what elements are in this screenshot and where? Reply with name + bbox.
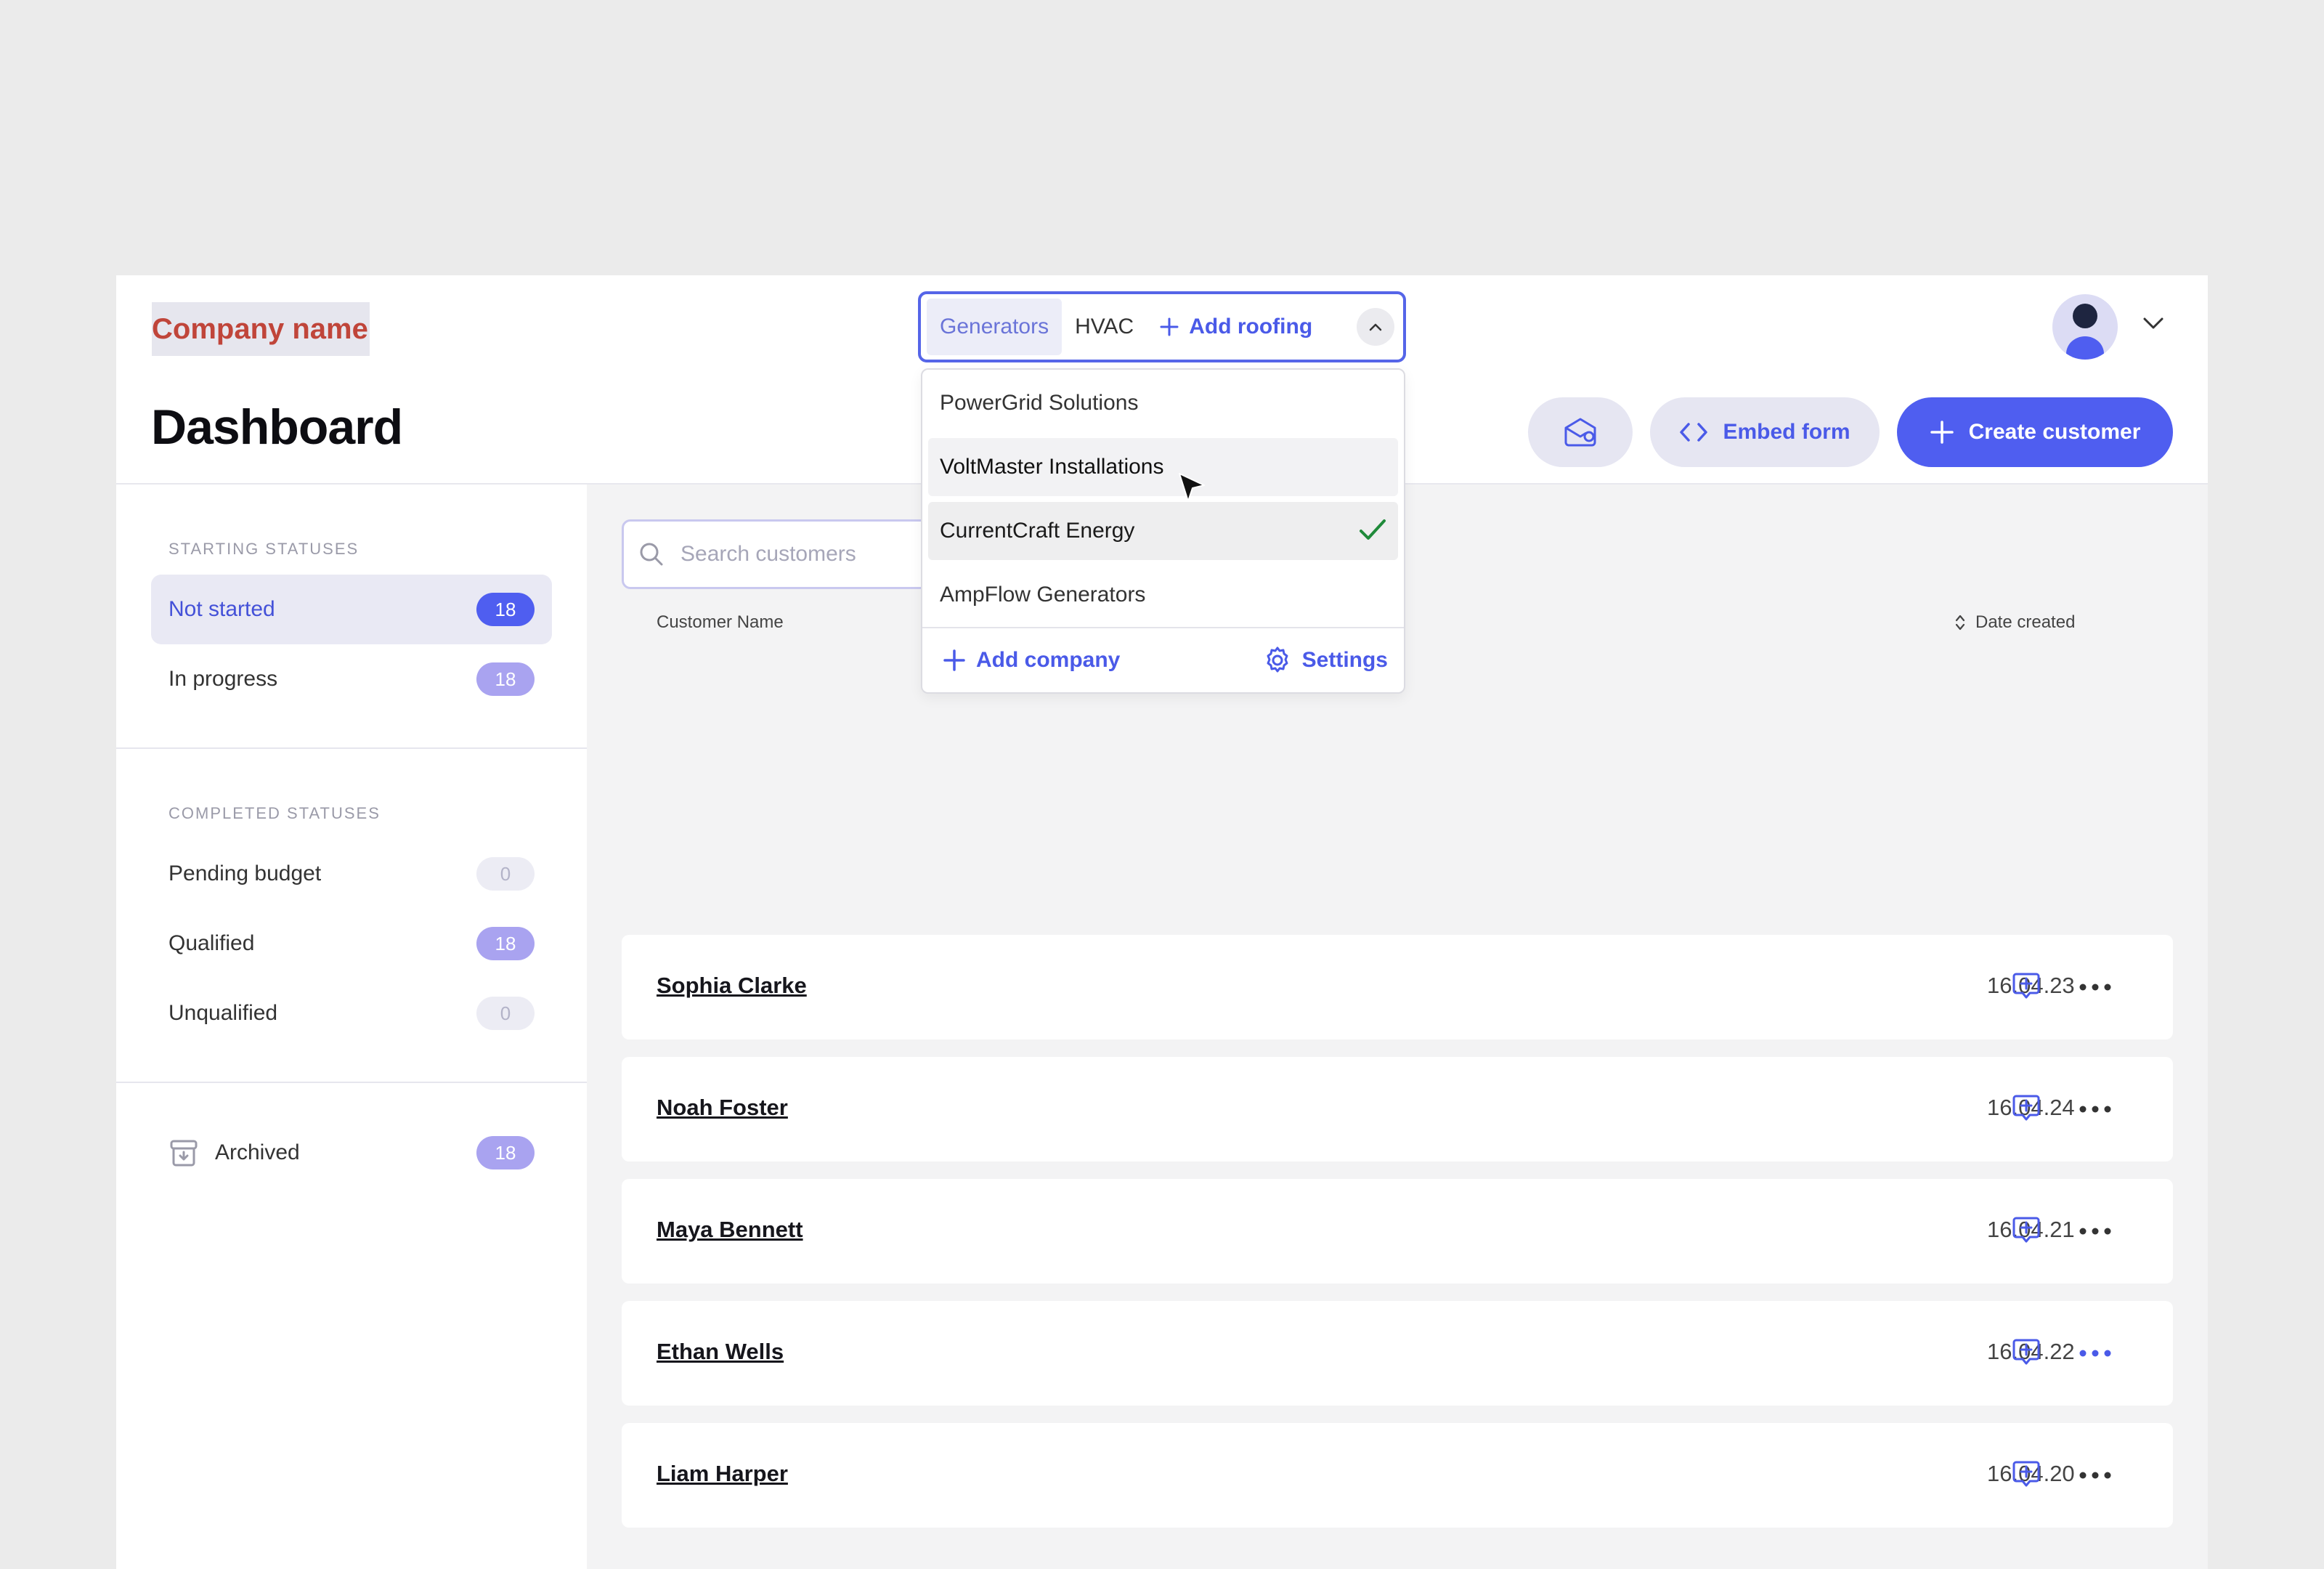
mail-settings-button[interactable] xyxy=(1528,397,1633,467)
customer-name-link[interactable]: Ethan Wells xyxy=(657,1339,784,1365)
category-switcher[interactable]: Generators HVAC Add roofing xyxy=(918,291,1406,362)
dropdown-item[interactable]: AmpFlow Generators xyxy=(928,566,1398,624)
add-company-button[interactable]: Add company xyxy=(943,648,1120,673)
sidebar-item-not-started[interactable]: Not started 18 xyxy=(151,575,552,644)
sidebar-divider xyxy=(116,1082,587,1083)
column-header-name[interactable]: Customer Name xyxy=(657,612,784,633)
page-title: Dashboard xyxy=(151,400,403,455)
count-badge: 0 xyxy=(476,857,535,891)
add-comment-icon[interactable] xyxy=(2010,1214,2042,1246)
company-dropdown: PowerGrid Solutions VoltMaster Installat… xyxy=(921,368,1405,694)
customer-name-link[interactable]: Sophia Clarke xyxy=(657,973,807,999)
company-name: Company name xyxy=(152,302,370,356)
app-window: Company name Dashboard Generators HVAC A… xyxy=(116,275,2208,1569)
count-badge: 18 xyxy=(476,1136,535,1169)
sidebar-item-label: Pending budget xyxy=(168,861,322,885)
mouse-cursor-icon xyxy=(1179,473,1205,502)
search-input[interactable]: Search customers xyxy=(622,519,956,589)
avatar[interactable] xyxy=(2052,294,2118,360)
plus-icon xyxy=(1160,317,1179,336)
sidebar-item-archived[interactable]: Archived 18 xyxy=(151,1118,552,1188)
add-category-button[interactable]: Add roofing xyxy=(1160,315,1312,339)
starting-statuses-heading: STARTING STATUSES xyxy=(168,540,359,558)
sidebar-divider xyxy=(116,747,587,749)
sidebar-item-label: Archived xyxy=(215,1140,300,1164)
table-row[interactable]: Noah Foster 16.04.24 xyxy=(622,1057,2173,1161)
dropdown-item[interactable]: VoltMaster Installations xyxy=(928,438,1398,496)
customer-name-link[interactable]: Maya Bennett xyxy=(657,1217,803,1243)
add-company-label: Add company xyxy=(976,648,1121,672)
table-row[interactable]: Maya Bennett 16.04.21 xyxy=(622,1179,2173,1284)
sidebar-item-pending-budget[interactable]: Pending budget 0 xyxy=(151,839,552,909)
sidebar: STARTING STATUSES Not started 18 In prog… xyxy=(116,485,587,1569)
embed-form-button[interactable]: Embed form xyxy=(1650,397,1880,467)
sidebar-item-unqualified[interactable]: Unqualified 0 xyxy=(151,978,552,1048)
dropdown-item-label: CurrentCraft Energy xyxy=(940,519,1135,543)
search-placeholder: Search customers xyxy=(680,542,856,566)
add-comment-icon[interactable] xyxy=(2010,970,2042,1002)
tab-generators[interactable]: Generators xyxy=(927,299,1063,355)
table-row[interactable]: Sophia Clarke 16.04.23 xyxy=(622,935,2173,1039)
embed-form-label: Embed form xyxy=(1723,420,1850,444)
code-icon xyxy=(1680,423,1708,442)
sidebar-item-qualified[interactable]: Qualified 18 xyxy=(151,909,552,978)
column-header-date-label: Date created xyxy=(1975,612,2076,632)
plus-icon xyxy=(943,649,965,671)
mail-gear-icon xyxy=(1564,418,1596,447)
more-options-icon[interactable] xyxy=(2079,1349,2112,1358)
count-badge: 0 xyxy=(476,997,535,1030)
sidebar-item-label: Qualified xyxy=(168,931,255,955)
sort-icon xyxy=(1955,615,1965,631)
settings-button[interactable]: Settings xyxy=(1263,646,1388,675)
gear-icon xyxy=(1267,646,1288,673)
sidebar-item-in-progress[interactable]: In progress 18 xyxy=(151,644,552,714)
create-customer-button[interactable]: Create customer xyxy=(1897,397,2173,467)
customer-name-link[interactable]: Liam Harper xyxy=(657,1461,788,1487)
dropdown-item-selected[interactable]: CurrentCraft Energy xyxy=(928,502,1398,560)
more-options-icon[interactable] xyxy=(2079,1105,2112,1114)
sidebar-item-label: Unqualified xyxy=(168,1001,278,1025)
chevron-down-icon[interactable] xyxy=(2142,316,2164,331)
add-comment-icon[interactable] xyxy=(2010,1336,2042,1368)
completed-statuses-heading: COMPLETED STATUSES xyxy=(168,804,381,822)
table-row[interactable]: Ethan Wells 16.04.22 xyxy=(622,1301,2173,1406)
count-badge: 18 xyxy=(476,927,535,960)
user-avatar-icon xyxy=(2066,304,2104,360)
tab-hvac[interactable]: HVAC xyxy=(1062,299,1147,355)
collapse-toggle[interactable] xyxy=(1357,308,1394,346)
add-comment-icon[interactable] xyxy=(2010,1092,2042,1124)
dropdown-item[interactable]: PowerGrid Solutions xyxy=(928,374,1398,432)
check-icon xyxy=(1360,519,1386,540)
dropdown-item-label: PowerGrid Solutions xyxy=(940,391,1139,415)
table-row[interactable]: Liam Harper 16.04.20 xyxy=(622,1423,2173,1528)
dropdown-footer: Add company Settings xyxy=(922,627,1404,692)
count-badge: 18 xyxy=(476,593,535,626)
archive-icon xyxy=(170,1140,198,1167)
create-customer-label: Create customer xyxy=(1968,420,2141,444)
sidebar-item-label: Not started xyxy=(168,597,275,621)
more-options-icon[interactable] xyxy=(2079,1227,2112,1236)
count-badge: 18 xyxy=(476,662,535,696)
customer-name-link[interactable]: Noah Foster xyxy=(657,1095,788,1121)
column-header-date[interactable]: Date created xyxy=(1955,612,2075,633)
settings-label: Settings xyxy=(1301,648,1388,672)
chevron-up-icon xyxy=(1369,323,1382,331)
search-icon xyxy=(640,543,663,566)
add-category-label: Add roofing xyxy=(1189,315,1313,338)
plus-icon xyxy=(1930,421,1954,444)
more-options-icon[interactable] xyxy=(2079,983,2112,992)
add-comment-icon[interactable] xyxy=(2010,1458,2042,1490)
more-options-icon[interactable] xyxy=(2079,1471,2112,1480)
dropdown-item-label: VoltMaster Installations xyxy=(940,455,1164,479)
sidebar-item-label: In progress xyxy=(168,667,278,691)
dropdown-item-label: AmpFlow Generators xyxy=(940,583,1146,607)
